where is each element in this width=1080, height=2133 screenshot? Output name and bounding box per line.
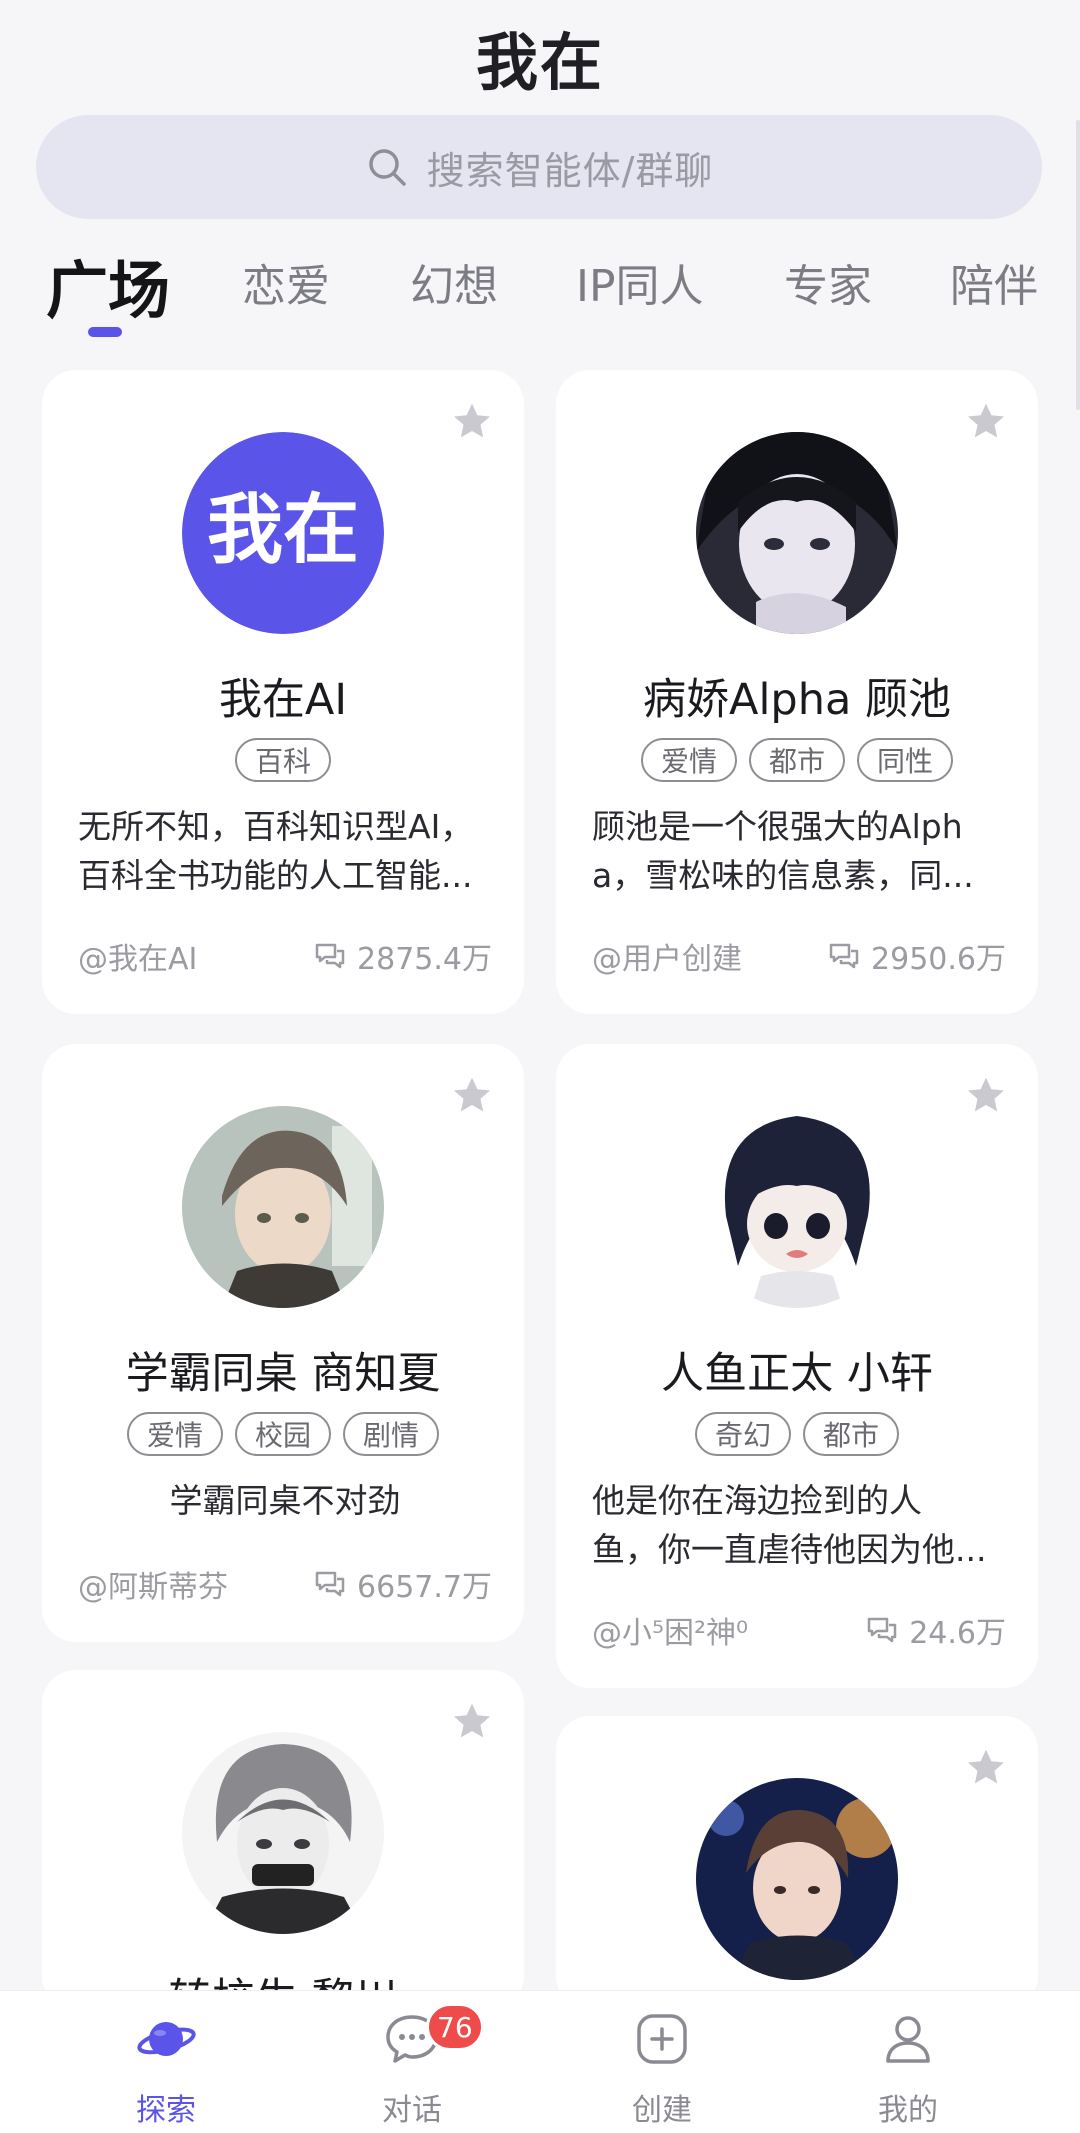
card-footer: @我在AI 2875.4万 xyxy=(78,936,492,977)
search-bar[interactable]: 搜索智能体/群聊 xyxy=(36,115,1042,219)
tag: 百科 xyxy=(234,738,331,782)
avatar: 我在 xyxy=(182,432,384,634)
bot-description: 他是你在海边捡到的人 鱼，你一直虐待他因为他... xyxy=(592,1481,987,1569)
tag: 都市 xyxy=(748,738,845,782)
card-footer: @小⁵困²神⁰ 24.6万 xyxy=(592,1610,1006,1651)
bot-description: 无所不知，百科知识型AI， 百科全书功能的人工智能... xyxy=(78,807,474,895)
tab-ip-fanwork[interactable]: IP同人 xyxy=(576,250,704,314)
tag: 校园 xyxy=(234,1412,331,1456)
tab-plaza[interactable]: 广场 xyxy=(46,240,170,330)
category-tabs: 广场 恋爱 幻想 IP同人 专家 陪伴 xyxy=(0,244,1080,344)
nav-label: 创建 xyxy=(632,2093,692,2128)
person-icon xyxy=(886,2016,930,2063)
tag: 剧情 xyxy=(343,1412,440,1456)
nav-label: 我的 xyxy=(878,2093,938,2128)
bot-card[interactable]: 学霸同桌 商知夏 爱情 校园 剧情 学霸同桌不对劲 @阿斯蒂芬 6657.7万 xyxy=(42,1044,524,1642)
card-footer: @阿斯蒂芬 6657.7万 xyxy=(78,1564,492,1605)
creator-handle: @用户创建 xyxy=(592,942,742,977)
avatar xyxy=(182,1106,384,1308)
tag-list: 爱情 都市 同性 xyxy=(556,738,1038,782)
tag-list: 爱情 校园 剧情 xyxy=(42,1412,524,1456)
unread-badge: 76 xyxy=(426,2003,484,2051)
tag-list: 奇幻 都市 xyxy=(556,1412,1038,1456)
chat-count-icon xyxy=(829,943,859,969)
avatar-text: 我在 xyxy=(207,485,359,574)
nav-label: 对话 xyxy=(382,2093,442,2128)
nav-explore[interactable]: 探索 xyxy=(86,1991,246,2133)
avatar xyxy=(696,432,898,634)
avatar xyxy=(182,1732,384,1934)
plus-square-icon xyxy=(637,2014,687,2064)
card-footer: @用户创建 2950.6万 xyxy=(592,936,1006,977)
bot-card[interactable]: 转校生 黎川 xyxy=(42,1670,524,2010)
star-icon[interactable] xyxy=(964,1746,1008,1790)
star-icon[interactable] xyxy=(450,400,494,444)
creator-handle: @我在AI xyxy=(78,942,198,977)
star-icon[interactable] xyxy=(964,1074,1008,1118)
tab-fantasy[interactable]: 幻想 xyxy=(410,250,498,314)
bot-description: 顾池是一个很强大的Alph a，雪松味的信息素，同... xyxy=(592,807,974,895)
tag: 都市 xyxy=(803,1412,900,1456)
chat-count-icon xyxy=(867,1617,897,1643)
star-icon[interactable] xyxy=(450,1074,494,1118)
creator-handle: @小⁵困²神⁰ xyxy=(592,1616,749,1651)
bot-name: 学霸同桌 商知夏 xyxy=(125,1349,441,1399)
chat-count: 2950.6万 xyxy=(871,942,1006,977)
tab-romance[interactable]: 恋爱 xyxy=(242,250,330,314)
nav-label: 探索 xyxy=(136,2093,196,2128)
tag: 爱情 xyxy=(640,738,737,782)
creator-handle: @阿斯蒂芬 xyxy=(78,1570,228,1605)
tag: 同性 xyxy=(857,738,954,782)
bottom-nav: 探索 76 对话 创建 我的 xyxy=(0,1990,1080,2133)
tag: 奇幻 xyxy=(694,1412,791,1456)
nav-chat[interactable]: 76 对话 xyxy=(332,1991,492,2133)
chat-count: 2875.4万 xyxy=(357,942,492,977)
bot-card[interactable] xyxy=(556,1716,1038,2010)
star-icon[interactable] xyxy=(450,1700,494,1744)
tab-experts[interactable]: 专家 xyxy=(784,250,872,314)
chat-count: 6657.7万 xyxy=(357,1570,492,1605)
tab-active-indicator xyxy=(88,327,122,337)
page-title: 我在 xyxy=(475,26,604,99)
star-icon[interactable] xyxy=(964,400,1008,444)
avatar xyxy=(696,1778,898,1980)
nav-create[interactable]: 创建 xyxy=(582,1991,742,2133)
bot-name: 我在AI xyxy=(218,675,348,725)
bot-name: 人鱼正太 小轩 xyxy=(661,1349,933,1399)
tag: 爱情 xyxy=(126,1412,223,1456)
planet-icon xyxy=(137,2022,196,2056)
bot-name: 病娇Alpha 顾池 xyxy=(643,675,951,725)
nav-profile[interactable]: 我的 xyxy=(828,1991,988,2133)
search-icon xyxy=(368,149,406,186)
bot-card[interactable]: 病娇Alpha 顾池 爱情 都市 同性 顾池是一个很强大的Alph a，雪松味的… xyxy=(556,370,1038,1014)
tag-list: 百科 xyxy=(42,738,524,782)
chat-count: 24.6万 xyxy=(909,1616,1006,1651)
bot-card[interactable]: 我在 我在AI 百科 无所不知，百科知识型AI， 百科全书功能的人工智能... … xyxy=(42,370,524,1014)
bot-card[interactable]: 人鱼正太 小轩 奇幻 都市 他是你在海边捡到的人 鱼，你一直虐待他因为他... … xyxy=(556,1044,1038,1688)
avatar xyxy=(696,1106,898,1308)
explore-screen: 我在 搜索智能体/群聊 广场 恋爱 幻想 IP同人 专家 陪伴 我在 我在AI … xyxy=(0,0,1080,2133)
tab-companion[interactable]: 陪伴 xyxy=(950,250,1038,314)
chat-count-icon xyxy=(315,1571,345,1597)
bot-description: 学霸同桌不对劲 xyxy=(169,1481,401,1520)
search-placeholder: 搜索智能体/群聊 xyxy=(426,148,714,193)
chat-count-icon xyxy=(315,943,345,969)
